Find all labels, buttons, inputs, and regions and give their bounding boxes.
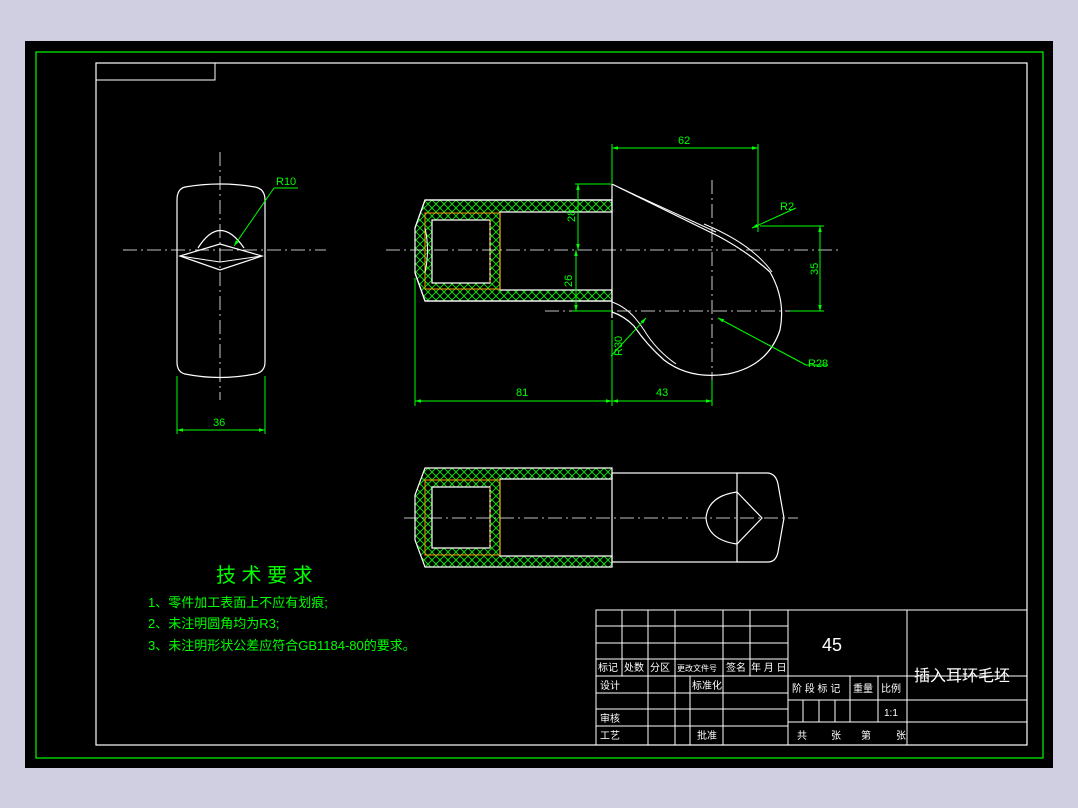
dim-r28: R28	[808, 358, 828, 370]
sheet-unit-2: 张	[896, 730, 906, 742]
sheet-total-label: 共	[797, 730, 807, 742]
tech-req-item-3: 3、未注明形状公差应符合GB1184-80的要求。	[148, 638, 416, 653]
top-view	[404, 467, 798, 568]
rev-header-6: 年 月 日	[751, 661, 787, 674]
cad-drawing: R10 36 62 R2 28 26 35 R30 R28 81 43 技 术 …	[35, 51, 1044, 759]
rev-header-5: 签名	[726, 661, 746, 674]
rev-header-4: 更改文件号	[677, 663, 717, 673]
dim-62: 62	[678, 135, 690, 147]
role-design: 设计	[600, 679, 620, 692]
rev-header-3: 分区	[650, 662, 670, 674]
dim-r10: R10	[276, 176, 296, 188]
tech-req-item-1: 1、零件加工表面上不应有划痕;	[148, 595, 328, 610]
dim-35: 35	[809, 263, 821, 275]
role-process: 工艺	[600, 730, 620, 742]
scale-value: 1:1	[884, 708, 898, 719]
tech-req-title: 技 术 要 求	[216, 564, 313, 587]
dim-81: 81	[516, 387, 528, 399]
sheet-unit-1: 张	[831, 730, 841, 742]
corner-box	[95, 62, 216, 81]
material-label: 45	[822, 635, 842, 655]
side-view	[123, 152, 326, 434]
dim-26: 26	[563, 275, 575, 287]
role-approve: 批准	[697, 729, 717, 742]
drawing-sheet: R10 36 62 R2 28 26 35 R30 R28 81 43 技 术 …	[25, 41, 1053, 768]
stage-header: 阶 段 标 记	[792, 682, 840, 695]
tech-req-item-2: 2、未注明圆角均为R3;	[148, 616, 279, 631]
scale-header: 比例	[881, 682, 901, 695]
role-review: 审核	[600, 712, 620, 725]
rev-header-2: 处数	[624, 661, 644, 674]
dim-r2: R2	[780, 201, 794, 213]
front-view	[386, 144, 840, 406]
rev-header-1: 标记	[598, 662, 618, 674]
dim-36: 36	[213, 417, 225, 429]
dim-28: 28	[566, 210, 578, 222]
sheet-current-label: 第	[861, 729, 871, 742]
role-standardization: 标准化	[692, 679, 722, 692]
dim-r30: R30	[613, 336, 625, 356]
weight-header: 重量	[853, 682, 873, 695]
dim-43: 43	[656, 387, 668, 399]
part-name: 插入耳环毛坯	[914, 667, 1010, 685]
